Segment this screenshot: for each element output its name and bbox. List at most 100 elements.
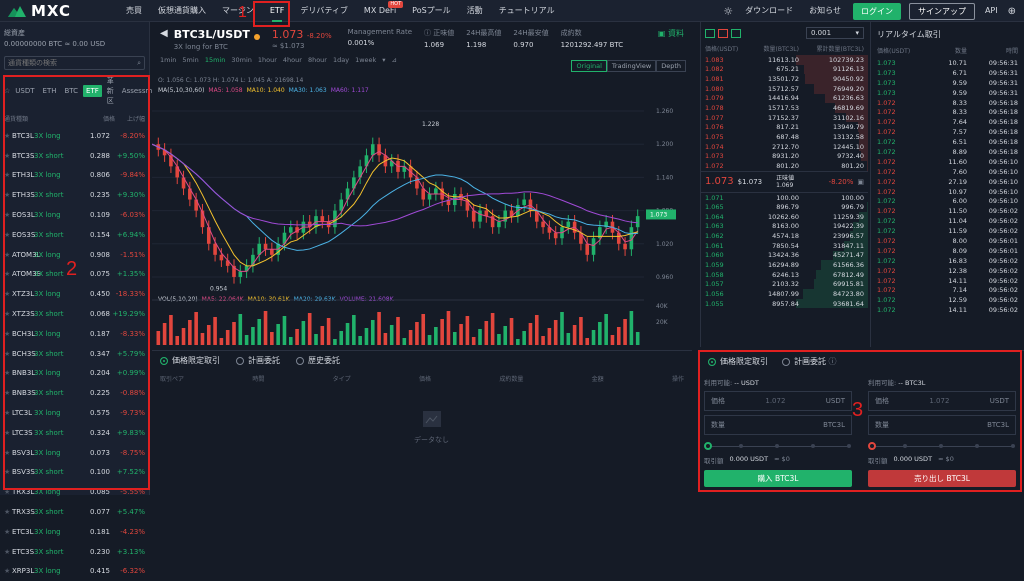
- ob-price: 1.057: [705, 280, 751, 288]
- volume-bar: [245, 335, 249, 345]
- trade-row: 1.07310.7109:56:31: [871, 58, 1024, 68]
- depth-bar: [867, 202, 868, 212]
- search-icon[interactable]: ⌕: [137, 59, 141, 68]
- volume-bar: [358, 336, 362, 345]
- nav-mx-defi[interactable]: MX DeFiHOT: [356, 0, 404, 22]
- nav-derivatives[interactable]: デリバティブ: [292, 0, 356, 22]
- mid-net-label: 正味値: [776, 175, 794, 182]
- ob-price: 1.055: [705, 300, 751, 308]
- orderbook-row[interactable]: 1.05916294.8961566.36: [701, 260, 868, 270]
- logo[interactable]: MXC: [0, 2, 118, 20]
- signup-button[interactable]: サインアップ: [909, 3, 975, 20]
- orderbook-row[interactable]: 1.072801.20801.20: [701, 161, 868, 171]
- orders-col: タイプ: [333, 374, 351, 383]
- ob-price: 1.072: [705, 162, 751, 170]
- orderbook-row[interactable]: 1.06410262.6011259.39: [701, 212, 868, 222]
- coin-row[interactable]: ★ETC3L3X long0.181-4.23%: [0, 522, 149, 542]
- orderbook-row[interactable]: 1.0617850.5431847.11: [701, 241, 868, 251]
- orderbook-row[interactable]: 1.07914416.9461236.63: [701, 94, 868, 104]
- nav-pos-pool[interactable]: PoSプール: [404, 0, 459, 22]
- expand-icon[interactable]: ▣: [857, 178, 864, 186]
- document-link[interactable]: 資料: [668, 29, 684, 38]
- orderbook-toolbar: 0.001▾: [701, 22, 868, 44]
- coin-row[interactable]: ★TRX3S3X short0.077+5.47%: [0, 502, 149, 522]
- favorite-star-icon[interactable]: ★: [4, 567, 12, 575]
- orderbook-row[interactable]: 1.08311613.10102739.23: [701, 55, 868, 65]
- candlestick-chart[interactable]: O: 1.056 C: 1.073 H: 1.074 L: 1.045 A: 2…: [152, 60, 692, 347]
- orderbook-row[interactable]: 1.0638163.0019422.39: [701, 222, 868, 232]
- document-icon[interactable]: ▣ 資料: [658, 28, 684, 39]
- last-price-tag-text: 1.073: [650, 211, 667, 218]
- orderbook-both-icon[interactable]: [705, 29, 715, 38]
- orderbook-row[interactable]: 1.0558957.8493681.64: [701, 299, 868, 309]
- orderbook-bids-icon[interactable]: [731, 29, 741, 38]
- theme-sun-icon[interactable]: ☼: [723, 5, 733, 18]
- precision-select[interactable]: 0.001▾: [806, 27, 864, 39]
- tab-order-history[interactable]: 歴史委託: [296, 355, 340, 366]
- chart-panel: ◀ BTC3L/USDT 3X long for BTC 1.073 -8.20…: [152, 22, 692, 347]
- volume-bar: [327, 318, 331, 345]
- orderbook-row[interactable]: 1.082675.2191126.13: [701, 65, 868, 75]
- volume-bar: [226, 330, 230, 345]
- favorite-star-icon[interactable]: ★: [4, 548, 12, 556]
- nav-events[interactable]: 活動: [459, 0, 491, 22]
- orderbook-row[interactable]: 1.075687.4813132.58: [701, 132, 868, 142]
- coin-search-input[interactable]: [8, 59, 118, 67]
- candle-body: [289, 227, 293, 233]
- trade-amount: 14.11: [927, 277, 967, 285]
- trade-amount: 7.14: [927, 286, 967, 294]
- last-price-usd: ≈ $1.073: [272, 42, 332, 50]
- nav-tutorial[interactable]: チュートリアル: [491, 0, 563, 22]
- orderbook-row[interactable]: 1.0738931.209732.40: [701, 151, 868, 161]
- nav-api[interactable]: API: [983, 0, 1000, 22]
- trade-amount: 16.83: [927, 257, 967, 265]
- radio-open-orders[interactable]: [160, 357, 168, 365]
- orderbook-row[interactable]: 1.07815717.5346819.69: [701, 103, 868, 113]
- coin-row[interactable]: ★XRP3L3X long0.415-6.32%: [0, 562, 149, 581]
- orderbook-row[interactable]: 1.05614807.9984723.80: [701, 289, 868, 299]
- collapse-icon[interactable]: ◀: [160, 28, 168, 39]
- orderbook-row[interactable]: 1.071100.00100.00: [701, 193, 868, 203]
- mid-price: 1.073: [705, 176, 734, 187]
- orderbook-row[interactable]: 1.08113501.7290450.92: [701, 74, 868, 84]
- coin-search[interactable]: ⌕: [4, 56, 145, 70]
- trade-time: 09:56:10: [967, 178, 1018, 186]
- stat-block: Management Rate0.001%: [348, 28, 412, 49]
- orderbook-row[interactable]: 1.065896.79996.79: [701, 202, 868, 212]
- orderbook-row[interactable]: 1.0572103.3269915.81: [701, 279, 868, 289]
- orderbook-asks-icon[interactable]: [718, 29, 728, 38]
- ob-amount: 801.20: [751, 162, 799, 170]
- trade-time: 09:56:02: [967, 286, 1018, 294]
- ob-total: 84723.80: [799, 290, 864, 298]
- trade-price: 1.072: [877, 237, 927, 245]
- favorite-star-icon[interactable]: ★: [4, 528, 12, 536]
- orderbook-row[interactable]: 1.0586246.1367812.49: [701, 270, 868, 280]
- globe-icon[interactable]: ⊕: [1008, 6, 1016, 17]
- volume-bar: [194, 312, 198, 345]
- nav-trade[interactable]: 売買: [118, 0, 150, 22]
- favorite-star-icon[interactable]: ★: [4, 508, 12, 516]
- radio-plan-orders[interactable]: [236, 357, 244, 365]
- coin-row[interactable]: ★ETC3S3X short0.230+3.13%: [0, 542, 149, 562]
- volume-bar: [529, 323, 533, 345]
- tab-plan-orders[interactable]: 計画委託: [236, 355, 280, 366]
- trade-row: 1.0726.0009:56:10: [871, 196, 1024, 206]
- nav-download[interactable]: ダウンロード: [741, 0, 797, 22]
- tab-open-orders[interactable]: 価格限定取引: [160, 355, 220, 366]
- orderbook-row[interactable]: 1.08015712.5776949.20: [701, 84, 868, 94]
- login-button[interactable]: ログイン: [853, 3, 901, 20]
- orderbook-row[interactable]: 1.0624574.1823996.57: [701, 231, 868, 241]
- volume-bar: [182, 328, 186, 345]
- volume-bar: [264, 311, 268, 345]
- orderbook-row[interactable]: 1.0742712.7012445.10: [701, 142, 868, 152]
- volume-bar: [333, 339, 337, 345]
- volume-bar: [503, 326, 507, 345]
- nav-buy-crypto[interactable]: 仮想通貨購入: [150, 0, 214, 22]
- radio-order-history[interactable]: [296, 357, 304, 365]
- orderbook-row[interactable]: 1.06013424.3645271.47: [701, 251, 868, 261]
- orderbook-row[interactable]: 1.076817.2113949.79: [701, 122, 868, 132]
- volume-bar: [522, 331, 526, 345]
- nav-notice[interactable]: お知らせ: [805, 0, 845, 22]
- orderbook-row[interactable]: 1.07717152.3731102.16: [701, 113, 868, 123]
- volume-bar: [604, 314, 608, 345]
